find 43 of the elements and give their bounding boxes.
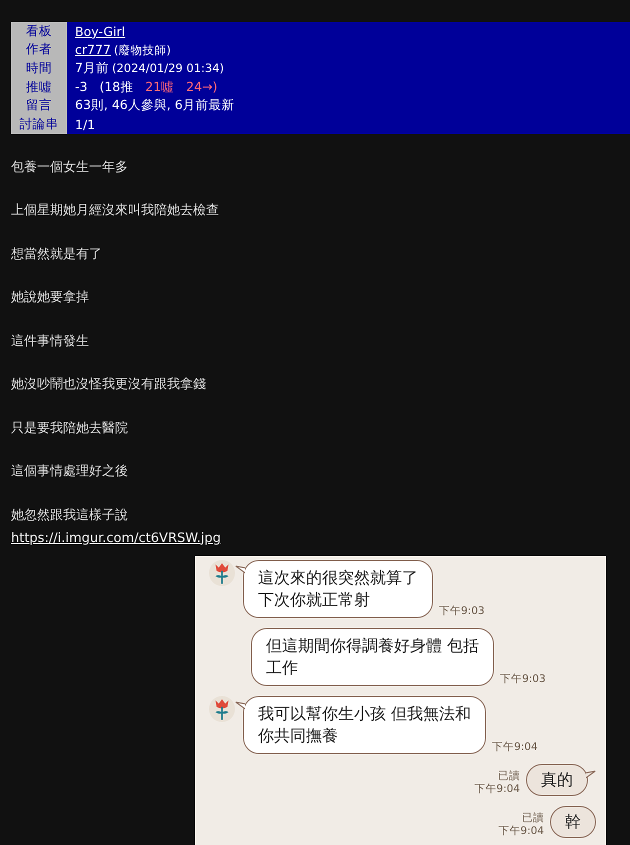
message-bubble: 這次來的很突然就算了 下次你就正常射 — [243, 560, 433, 618]
post-text: 想當然就是有了 — [11, 246, 103, 264]
header-label: 看板 — [11, 22, 67, 41]
message-bubble: 我可以幫你生小孩 但我無法和 你共同撫養 — [243, 696, 486, 754]
header-label: 作者 — [11, 40, 67, 60]
message-time: 下午9:04 — [492, 740, 538, 754]
author-link[interactable]: cr777 — [75, 42, 111, 57]
message-bubble: 幹 — [550, 806, 596, 838]
boo-count: 21噓 — [145, 78, 174, 96]
message-time: 下午9:03 — [439, 604, 485, 618]
header-value: 1/1 — [75, 116, 96, 132]
header-label: 時間 — [11, 59, 67, 78]
header-value: 63則, 46人參與, 6月前最新 — [75, 97, 235, 114]
post-text: 這件事情發生 — [11, 332, 90, 351]
read-receipt: 已讀 — [522, 812, 544, 825]
post-text: 包養一個女生一年多 — [11, 158, 129, 177]
board-link[interactable]: Boy-Girl — [75, 24, 126, 39]
read-receipt: 已讀 — [498, 770, 520, 783]
header-label: 討論串 — [11, 114, 67, 134]
relative-time: 7月前 — [75, 60, 109, 77]
bubble-tail — [235, 564, 245, 574]
message-bubble: 真的 — [526, 764, 588, 796]
message-time: 下午9:03 — [500, 672, 546, 686]
arrow-count: 24→) — [186, 78, 218, 94]
post-text: 上個星期她月經沒來叫我陪她去檢查 — [11, 202, 220, 220]
flower-icon — [209, 560, 235, 586]
message-bubble: 但這期間你得調養好身體 包括 工作 — [251, 628, 494, 686]
vote-score: -3 — [75, 78, 88, 94]
bubble-tail — [235, 700, 245, 710]
post-text: 她沒吵鬧也沒怪我更沒有跟我拿錢 — [11, 376, 207, 394]
post-text: 只是要我陪她去醫院 — [11, 420, 129, 438]
header-label: 留言 — [11, 96, 67, 115]
push-count: (18推 — [99, 78, 134, 96]
post-text: 這個事情處理好之後 — [11, 463, 129, 482]
author-nickname: (廢物技師) — [114, 42, 171, 58]
flower-icon — [209, 696, 235, 722]
post-text: 她忽然跟我這樣子說 — [11, 506, 129, 525]
image-link[interactable]: https://i.imgur.com/ct6VRSW.jpg — [11, 530, 221, 546]
post-text: 她說她要拿掉 — [11, 289, 90, 308]
post-date: (2024/01/29 01:34) — [112, 60, 224, 75]
message-time: 下午9:04 — [474, 782, 520, 796]
header-label: 推噓 — [11, 78, 67, 96]
message-time: 下午9:04 — [498, 824, 544, 838]
